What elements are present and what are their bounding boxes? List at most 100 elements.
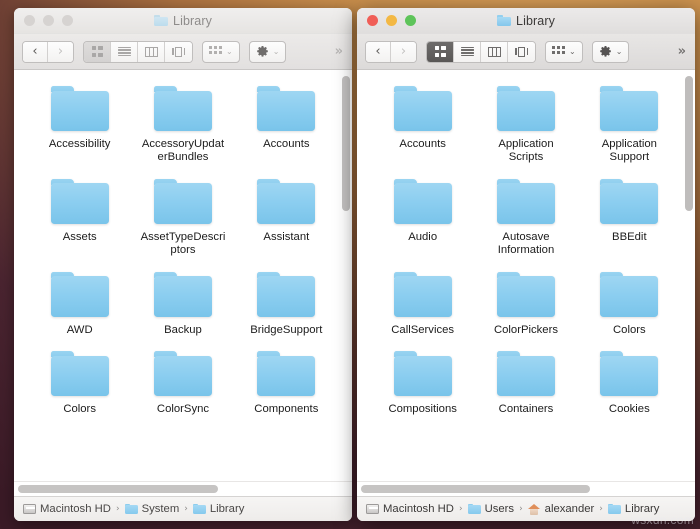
gallery-view-button[interactable]	[508, 41, 535, 62]
scrollbar-track[interactable]	[18, 485, 340, 493]
icon-view-button[interactable]	[427, 41, 454, 62]
minimize-button[interactable]	[386, 15, 397, 26]
group-icon	[552, 46, 565, 57]
close-button[interactable]	[24, 15, 35, 26]
folder-icon	[257, 86, 316, 131]
file-list-area[interactable]: Accounts Application Scripts Application…	[357, 70, 695, 481]
folder-label: Audio	[408, 230, 438, 243]
vertical-scrollbar[interactable]	[342, 74, 350, 477]
folder-item[interactable]: Accounts	[235, 86, 338, 165]
vertical-scrollbar[interactable]	[685, 74, 693, 477]
forward-button[interactable]: ›	[391, 41, 416, 62]
folder-icon	[496, 351, 555, 397]
folder-item[interactable]: Accounts	[371, 86, 474, 165]
horizontal-scrollbar[interactable]	[357, 481, 695, 496]
minimize-button[interactable]	[43, 15, 54, 26]
finder-window-system-library[interactable]: Library ‹ › ⌄ ⌄ » Accessibility Accessor…	[14, 8, 352, 521]
folder-item[interactable]: Application Support	[578, 86, 681, 165]
back-button[interactable]: ‹	[23, 41, 48, 62]
finder-window-user-library[interactable]: Library ‹ › ⌄ ⌄ » Accounts Application S…	[357, 8, 695, 521]
breadcrumb-label: Users	[484, 503, 515, 515]
group-by-button[interactable]: ⌄	[202, 40, 240, 63]
list-view-button[interactable]	[454, 41, 481, 62]
navigation-buttons[interactable]: ‹ ›	[22, 40, 74, 63]
home-icon	[527, 503, 541, 515]
folder-item[interactable]: Backup	[131, 271, 234, 337]
folder-icon	[153, 178, 212, 224]
action-button[interactable]: ⌄	[591, 40, 630, 63]
folder-item[interactable]: ColorSync	[131, 351, 234, 416]
list-view-button[interactable]	[111, 41, 138, 62]
folder-item[interactable]: Components	[235, 351, 338, 416]
folder-item[interactable]: Assets	[28, 178, 131, 258]
breadcrumb-item[interactable]: Library	[607, 503, 660, 515]
scrollbar-track[interactable]	[361, 485, 683, 493]
back-button[interactable]: ‹	[366, 41, 391, 62]
folder-item[interactable]: Assistant	[235, 178, 338, 258]
breadcrumb-item[interactable]: System	[124, 503, 179, 515]
window-toolbar[interactable]: ‹ › ⌄ ⌄ »	[357, 34, 695, 70]
folder-item[interactable]: Cookies	[578, 351, 681, 416]
folder-item[interactable]: BridgeSupport	[235, 271, 338, 337]
folder-label: Compositions	[388, 403, 457, 416]
breadcrumb-item[interactable]: Macintosh HD	[366, 503, 454, 515]
scrollbar-thumb[interactable]	[685, 76, 693, 211]
close-button[interactable]	[367, 15, 378, 26]
column-view-button[interactable]	[138, 41, 165, 62]
horizontal-scrollbar[interactable]	[14, 481, 352, 496]
folder-item[interactable]: BBEdit	[578, 178, 681, 258]
folder-icon	[600, 86, 659, 131]
maximize-button[interactable]	[405, 15, 416, 26]
folder-item[interactable]: Colors	[578, 271, 681, 337]
folder-item[interactable]: Accessibility	[28, 86, 131, 165]
folder-item[interactable]: AccessoryUpdaterBundles	[131, 86, 234, 165]
folder-icon	[393, 271, 452, 317]
hard-disk-icon	[23, 504, 36, 514]
scrollbar-thumb[interactable]	[18, 485, 218, 493]
folder-item[interactable]: Application Scripts	[474, 86, 577, 165]
folder-grid: Accounts Application Scripts Application…	[357, 70, 695, 416]
view-mode-selector[interactable]	[426, 40, 536, 63]
folder-item[interactable]: Colors	[28, 351, 131, 416]
scrollbar-thumb[interactable]	[342, 76, 350, 211]
window-toolbar[interactable]: ‹ › ⌄ ⌄ »	[14, 34, 352, 70]
window-titlebar[interactable]: Library	[14, 8, 352, 34]
folder-icon	[192, 503, 206, 515]
breadcrumb-separator: ›	[184, 504, 188, 514]
scrollbar-thumb[interactable]	[361, 485, 590, 493]
folder-item[interactable]: CallServices	[371, 271, 474, 337]
toolbar-overflow-button[interactable]: »	[335, 44, 344, 59]
icon-view-button[interactable]	[84, 41, 111, 62]
folder-item[interactable]: Audio	[371, 178, 474, 258]
folder-item[interactable]: Compositions	[371, 351, 474, 416]
view-mode-selector[interactable]	[83, 40, 193, 63]
breadcrumb-item[interactable]: Library	[192, 503, 244, 515]
folder-label: Application Support	[601, 138, 657, 164]
breadcrumb-item[interactable]: alexander	[527, 503, 594, 515]
group-by-button[interactable]: ⌄	[545, 40, 583, 63]
folder-item[interactable]: ColorPickers	[474, 271, 577, 337]
column-view-button[interactable]	[481, 41, 508, 62]
breadcrumb-item[interactable]: Users	[467, 503, 515, 515]
path-bar[interactable]: Macintosh HD › System › Library	[14, 496, 352, 521]
folder-label: AWD	[66, 323, 93, 336]
window-titlebar[interactable]: Library	[357, 8, 695, 34]
action-button[interactable]: ⌄	[248, 40, 287, 63]
breadcrumb-item[interactable]: Macintosh HD	[23, 503, 111, 515]
folder-item[interactable]: Containers	[474, 351, 577, 416]
file-list-area[interactable]: Accessibility AccessoryUpdaterBundles Ac…	[14, 70, 352, 481]
forward-button[interactable]: ›	[48, 41, 73, 62]
folder-item[interactable]: AssetTypeDescriptors	[131, 178, 234, 258]
list-icon	[117, 46, 131, 57]
folder-item[interactable]: Autosave Information	[474, 178, 577, 258]
folder-icon	[497, 15, 512, 26]
folder-item[interactable]: AWD	[28, 271, 131, 337]
navigation-buttons[interactable]: ‹ ›	[365, 40, 417, 63]
gallery-view-button[interactable]	[165, 41, 192, 62]
window-title-text: Library	[173, 13, 212, 28]
toolbar-overflow-button[interactable]: »	[678, 44, 687, 59]
gear-icon	[256, 45, 269, 58]
path-bar[interactable]: Macintosh HD › Users › alexander › Libra…	[357, 496, 695, 521]
maximize-button[interactable]	[62, 15, 73, 26]
breadcrumb-label: Library	[624, 503, 660, 515]
